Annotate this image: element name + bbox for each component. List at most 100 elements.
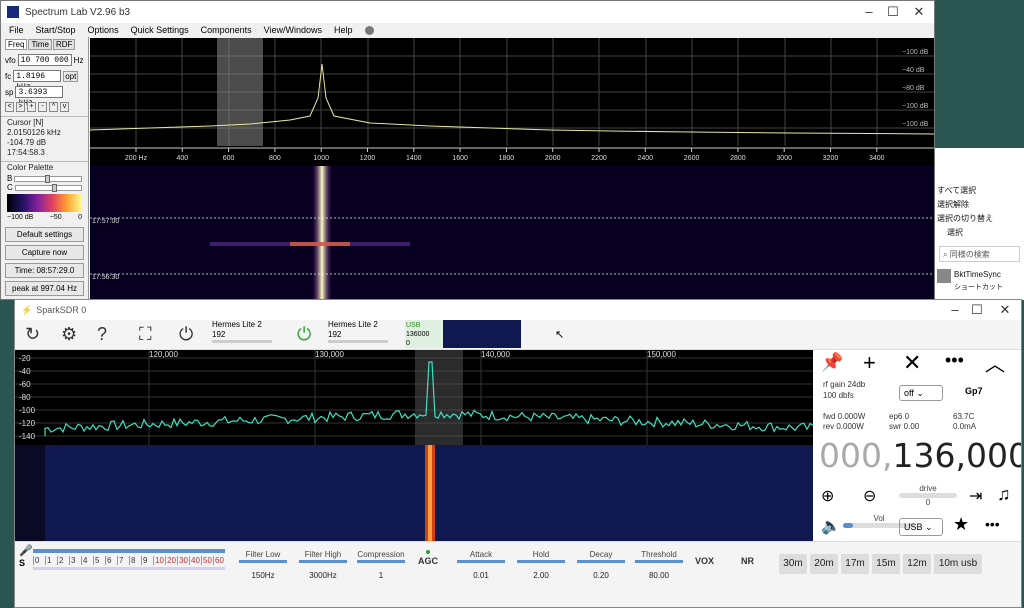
scroll-right-button[interactable]: > xyxy=(16,102,25,112)
sp-maximize-icon[interactable]: ☐ xyxy=(967,302,987,318)
collapse-icon[interactable]: ︿ xyxy=(985,348,1005,377)
capture-now-button[interactable]: Capture now xyxy=(5,245,84,260)
vfo-field[interactable]: 10 700 000 xyxy=(17,54,72,66)
s-meter-tick: 7 xyxy=(117,556,129,565)
music-note-icon[interactable]: ♫ xyxy=(997,484,1011,505)
radio-power-icon[interactable]: ⏻ xyxy=(297,324,311,345)
knob-label: Threshold xyxy=(641,550,677,559)
dbfs: 100 dbfs xyxy=(823,391,854,400)
radio1-name: Hermes Lite 2 xyxy=(212,320,262,329)
help-icon[interactable]: ? xyxy=(97,324,107,345)
maximize-icon[interactable]: ☐ xyxy=(883,4,903,20)
tab-freq[interactable]: Freq xyxy=(5,39,28,50)
band-button-15m[interactable]: 15m xyxy=(872,554,900,574)
knob-value: 2.00 xyxy=(533,571,549,580)
freq-tick-label: 1400 xyxy=(406,155,422,162)
speaker-icon[interactable]: 🔈 xyxy=(821,516,841,536)
knob-bar xyxy=(577,560,625,563)
vfo-frequency[interactable]: 000,136,000 xyxy=(819,436,1021,475)
minimize-icon[interactable]: – xyxy=(859,4,879,19)
sl-spectrum-plot[interactable]: −100 dB −40 dB −80 dB −100 dB −100 dB xyxy=(90,38,935,146)
more-icon[interactable]: ••• xyxy=(945,350,964,371)
mic-icon[interactable]: 🎤 xyxy=(19,544,33,557)
fwd-power: fwd 0.000W xyxy=(823,412,866,421)
zoom-in-button[interactable]: + xyxy=(27,102,36,112)
knob-bar xyxy=(635,560,683,563)
radio1-value: 192 xyxy=(212,330,226,339)
close-receiver-icon[interactable]: ✕ xyxy=(903,350,921,376)
band-button-20m[interactable]: 20m xyxy=(810,554,838,574)
close-icon[interactable]: ✕ xyxy=(909,4,929,20)
gear-icon[interactable]: ⚙ xyxy=(61,324,77,345)
menu-file[interactable]: File xyxy=(9,25,24,35)
sp-field[interactable]: 3.6393 kHz xyxy=(15,86,64,108)
menu-components[interactable]: Components xyxy=(201,25,252,35)
tab-time[interactable]: Time xyxy=(28,39,52,50)
radio1[interactable]: Hermes Lite 2 192 xyxy=(212,320,272,343)
knob-filter-low[interactable]: Filter Low 150Hz xyxy=(233,550,293,580)
scroll-left-button[interactable]: < xyxy=(5,102,14,112)
zoom-in-icon[interactable]: ⊕ xyxy=(821,486,834,506)
band-button-17m[interactable]: 17m xyxy=(841,554,869,574)
transmit-icon[interactable]: ⇥ xyxy=(969,486,982,506)
band-button-10m-usb[interactable]: 10m usb xyxy=(934,554,982,574)
rf-gain[interactable]: rf gain 24db xyxy=(823,380,865,389)
nr-button[interactable]: NR xyxy=(741,556,754,566)
zoom-out-button[interactable]: - xyxy=(38,102,47,112)
menu-quick-settings[interactable]: Quick Settings xyxy=(131,25,189,35)
radio2[interactable]: Hermes Lite 2 192 xyxy=(328,320,388,343)
zoom-out-icon[interactable]: ⊖ xyxy=(863,486,876,506)
band-button-30m[interactable]: 30m xyxy=(779,554,807,574)
sp-minimize-icon[interactable]: – xyxy=(945,302,965,317)
add-icon[interactable]: + xyxy=(863,350,876,376)
menu-select[interactable]: 選択 xyxy=(935,226,1024,240)
agc-button[interactable]: AGC xyxy=(413,550,443,566)
search-box[interactable]: ⌕ 同様の検索 xyxy=(939,246,1020,262)
tab-rdf[interactable]: RDF xyxy=(52,39,76,50)
sl-frequency-axis: 200 Hz 400 600 800 1000 1200 1400 1600 1800 2000 2… xyxy=(90,146,934,166)
fc-field[interactable]: 1.8196 kHz xyxy=(13,70,62,92)
file-item[interactable]: BktTimeSync ショートカット xyxy=(935,268,1024,295)
knob-filter-high[interactable]: Filter High 3000Hz xyxy=(293,550,353,580)
contrast-slider[interactable] xyxy=(14,183,82,192)
mode-select[interactable]: USB ⌄ xyxy=(899,518,943,536)
menu-options[interactable]: Options xyxy=(88,25,119,35)
sparksdr-window: ⚡ SparkSDR 0 – ☐ ✕ ↻ ⚙ ? ⛶ ⏻ Hermes Lite… xyxy=(14,299,1022,608)
sp-spectrum-plot[interactable]: 120,000 130,000 140,000 150,000 -20 -40 … xyxy=(15,350,813,445)
refresh-icon[interactable]: ↻ xyxy=(25,324,40,345)
star-icon[interactable]: ★ xyxy=(953,514,969,535)
sl-title: Spectrum Lab V2.96 b3 xyxy=(25,6,131,18)
down-button[interactable]: v xyxy=(60,102,69,112)
contrast-label: C xyxy=(7,183,13,192)
knob-attack[interactable]: Attack 0.01 xyxy=(451,550,511,580)
menu-invert-selection[interactable]: 選択の切り替え xyxy=(935,212,1024,226)
menu-help[interactable]: Help xyxy=(334,25,353,35)
power-icon[interactable]: ⏻ xyxy=(179,324,193,345)
freq-tick-label: 2200 xyxy=(591,155,607,162)
off-select[interactable]: off ⌄ xyxy=(899,385,943,401)
sp-toolbar: ↻ ⚙ ? ⛶ ⏻ Hermes Lite 2 192 ⏻ Hermes Lit… xyxy=(15,320,1021,350)
knob-compression[interactable]: Compression 1 xyxy=(351,550,411,580)
default-settings-button[interactable]: Default settings xyxy=(5,227,84,242)
fullscreen-icon[interactable]: ⛶ xyxy=(139,324,152,345)
receiver-mini[interactable]: USB 136000 0 xyxy=(405,320,443,348)
knob-hold[interactable]: Hold 2.00 xyxy=(511,550,571,580)
pin-icon[interactable]: 📌 xyxy=(821,352,843,373)
freq-tick-label: 2800 xyxy=(730,155,746,162)
more2-icon[interactable]: ••• xyxy=(985,516,1000,532)
freq-tick-label: 2000 xyxy=(545,155,561,162)
sl-waterfall: 17:57:00 17:56:30 xyxy=(90,166,934,299)
knob-decay[interactable]: Decay 0.20 xyxy=(571,550,631,580)
menu-view-windows[interactable]: View/Windows xyxy=(264,25,322,35)
knob-threshold[interactable]: Threshold 80.00 xyxy=(629,550,689,580)
menu-start-stop[interactable]: Start/Stop xyxy=(36,25,76,35)
vox-button[interactable]: VOX xyxy=(695,556,714,566)
drive-control[interactable]: drive 0 xyxy=(899,484,957,507)
menu-select-all[interactable]: すべて選択 xyxy=(935,184,1024,198)
band-button-12m[interactable]: 12m xyxy=(903,554,931,574)
up-button[interactable]: ^ xyxy=(49,102,58,112)
sp-close-icon[interactable]: ✕ xyxy=(995,302,1015,318)
menu-deselect[interactable]: 選択解除 xyxy=(935,198,1024,212)
brightness-slider[interactable] xyxy=(14,174,82,183)
opt-button[interactable]: opt xyxy=(63,70,79,82)
